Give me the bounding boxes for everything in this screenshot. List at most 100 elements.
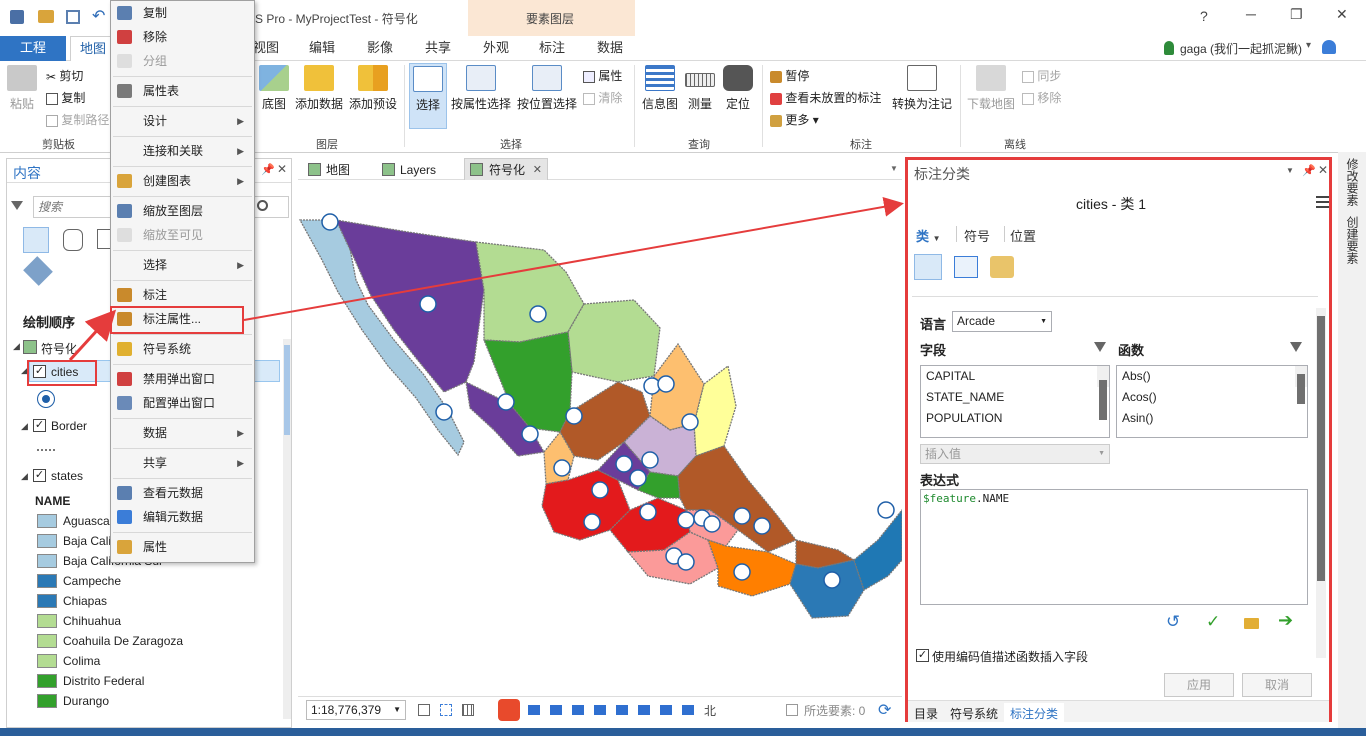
expand-icon[interactable]: ◢: [13, 341, 20, 352]
function-item[interactable]: Acos(): [1117, 387, 1307, 408]
minimize-button[interactable]: ─: [1246, 6, 1256, 22]
tab-labeling[interactable]: 标注: [532, 36, 572, 61]
map-tab-map[interactable]: 地图: [304, 160, 356, 180]
next-arrow-icon[interactable]: ➔: [1278, 610, 1293, 631]
snap-tool-icon[interactable]: [440, 704, 452, 716]
clear-button[interactable]: 清除: [583, 89, 622, 106]
menu-item[interactable]: 缩放至图层: [111, 199, 254, 223]
tab-symbol[interactable]: 符号: [964, 226, 990, 245]
border-visibility-checkbox[interactable]: ✓: [33, 419, 46, 432]
label-class-icon[interactable]: [914, 254, 942, 280]
close-tab-icon[interactable]: ✕: [533, 159, 542, 181]
legend-swatch[interactable]: [37, 574, 57, 588]
function-item[interactable]: Abs(): [1117, 366, 1307, 387]
menu-item[interactable]: 查看元数据: [111, 481, 254, 505]
basemap-button[interactable]: 底图: [256, 65, 292, 112]
table-tool-icon[interactable]: [462, 704, 474, 716]
selected-features-count[interactable]: 所选要素: 0: [804, 702, 865, 719]
verify-icon[interactable]: ✓: [1206, 612, 1220, 632]
expression-editor[interactable]: $feature.NAME: [920, 489, 1308, 605]
infographic-button[interactable]: 信息图: [640, 65, 680, 112]
tab-data[interactable]: 数据: [590, 36, 630, 61]
tab-position[interactable]: 位置: [1010, 226, 1036, 245]
tab-dropdown-icon[interactable]: ▼: [890, 164, 898, 173]
hamburger-menu-icon[interactable]: [1316, 196, 1329, 208]
filter-icon[interactable]: [1094, 342, 1106, 352]
expand-icon[interactable]: ◢: [21, 365, 28, 376]
label-placement-icon[interactable]: [990, 256, 1014, 278]
field-item[interactable]: STATE_NAME: [921, 387, 1109, 408]
legend-swatch[interactable]: [37, 554, 57, 568]
copy-button[interactable]: 复制: [46, 89, 85, 106]
scale-selector[interactable]: 1:18,776,379 ▼: [306, 700, 406, 720]
menu-item[interactable]: 标注属性...: [111, 307, 254, 331]
legend-swatch[interactable]: [37, 514, 57, 528]
pin-icon[interactable]: 📌: [261, 163, 275, 176]
map-tab-layers[interactable]: Layers: [378, 160, 442, 180]
bottom-tab-symbology[interactable]: 符号系统: [950, 705, 998, 722]
tab-project[interactable]: 工程: [0, 36, 66, 61]
notification-icon[interactable]: [1322, 40, 1336, 54]
user-name[interactable]: gaga (我们一起抓泥鳅): [1180, 40, 1302, 57]
function-item[interactable]: Asin(): [1117, 408, 1307, 429]
measure-button[interactable]: 测量: [684, 65, 716, 112]
snapping-icon[interactable]: [23, 256, 53, 286]
menu-item[interactable]: 创建图表 ▶: [111, 169, 254, 193]
pause-labeling-button[interactable]: 暂停: [770, 67, 809, 84]
refresh-icon[interactable]: ⟳: [878, 700, 891, 720]
ime-toolbar[interactable]: [494, 698, 702, 722]
menu-item[interactable]: 缩放至可见: [111, 223, 254, 247]
locate-button[interactable]: 定位: [722, 65, 754, 112]
select-by-location-button[interactable]: 按位置选择: [516, 65, 578, 112]
select-button[interactable]: 选择: [409, 63, 447, 129]
legend-swatch[interactable]: [37, 634, 57, 648]
field-item[interactable]: CAPITAL: [921, 366, 1109, 387]
reset-icon[interactable]: ↺: [1166, 612, 1180, 632]
apply-button[interactable]: 应用: [1164, 673, 1234, 697]
select-by-attributes-button[interactable]: 按属性选择: [450, 65, 512, 112]
map-name[interactable]: 符号化: [41, 340, 77, 357]
contents-scrollbar[interactable]: [283, 339, 291, 719]
menu-item[interactable]: 共享 ▶: [111, 451, 254, 475]
menu-item[interactable]: 分组: [111, 49, 254, 73]
convert-to-annotation-button[interactable]: 转换为注记: [890, 65, 954, 112]
menu-item[interactable]: 符号系统: [111, 337, 254, 361]
states-visibility-checkbox[interactable]: ✓: [33, 469, 46, 482]
help-button[interactable]: ?: [1200, 8, 1208, 24]
menu-item[interactable]: 复制: [111, 1, 254, 25]
pane-menu-icon[interactable]: ▼: [1286, 166, 1294, 175]
expand-icon[interactable]: ◢: [21, 421, 28, 432]
remove-button[interactable]: 移除: [1022, 89, 1061, 106]
field-item[interactable]: POPULATION: [921, 408, 1109, 429]
undo-icon[interactable]: ↶: [92, 6, 105, 26]
side-tab-modify-features[interactable]: 修改要素: [1344, 158, 1361, 206]
bottom-tab-label-class[interactable]: 标注分类: [1004, 703, 1065, 723]
side-tab-create-features[interactable]: 创建要素: [1344, 216, 1361, 264]
cut-button[interactable]: ✂ 剪切: [46, 67, 83, 84]
legend-swatch[interactable]: [37, 534, 57, 548]
functions-scrollbar[interactable]: [1295, 366, 1307, 404]
menu-item[interactable]: 标注: [111, 283, 254, 307]
drawing-order-icon[interactable]: [23, 227, 49, 253]
sync-button[interactable]: 同步: [1022, 67, 1061, 84]
cities-visibility-checkbox[interactable]: ✓: [33, 365, 46, 378]
add-data-button[interactable]: 添加数据: [294, 65, 344, 112]
menu-item[interactable]: 选择 ▶: [111, 253, 254, 277]
legend-swatch[interactable]: [37, 614, 57, 628]
menu-item[interactable]: 设计 ▶: [111, 109, 254, 133]
close-button[interactable]: ✕: [1336, 6, 1348, 23]
filter-icon[interactable]: [1290, 342, 1302, 352]
copy-path-button[interactable]: 复制路径: [46, 111, 109, 128]
menu-item[interactable]: 属性表: [111, 79, 254, 103]
functions-list[interactable]: Abs() Acos() Asin(): [1116, 365, 1308, 438]
tab-appearance[interactable]: 外观: [476, 36, 516, 61]
tab-edit[interactable]: 编辑: [302, 36, 342, 61]
bottom-tab-catalog[interactable]: 目录: [914, 705, 938, 722]
fields-scrollbar[interactable]: [1097, 366, 1109, 420]
tab-class[interactable]: 类 ▼: [916, 226, 941, 245]
expand-icon[interactable]: ◢: [21, 471, 28, 482]
language-dropdown[interactable]: Arcade ▼: [952, 311, 1052, 332]
layer-name-states[interactable]: states: [51, 469, 83, 483]
map-tab-symbolize[interactable]: 符号化 ✕: [464, 158, 549, 181]
legend-swatch[interactable]: [37, 654, 57, 668]
